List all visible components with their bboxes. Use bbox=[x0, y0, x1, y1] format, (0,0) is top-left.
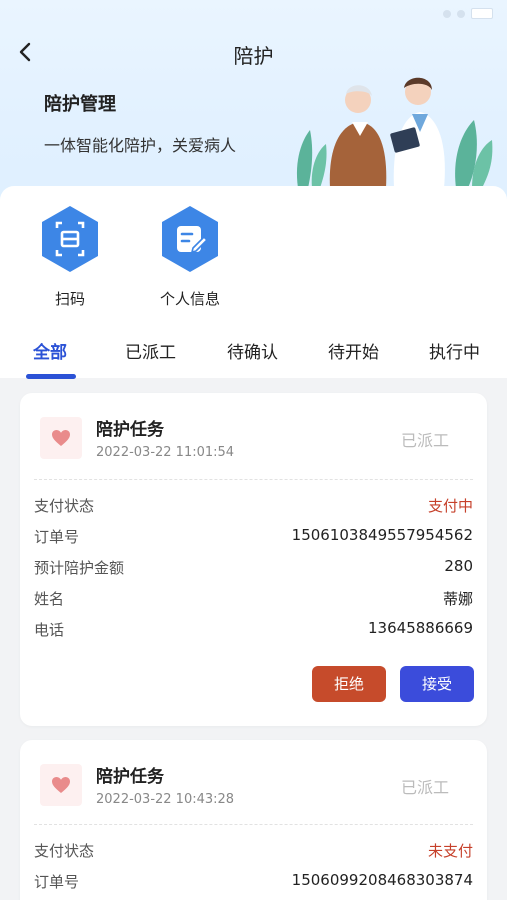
heart-icon bbox=[52, 777, 70, 793]
divider bbox=[34, 824, 473, 825]
field-label: 订单号 bbox=[34, 873, 80, 891]
status-badge: 已派工 bbox=[400, 778, 449, 797]
status-tabs: 全部 已派工 待确认 待开始 执行中 bbox=[0, 318, 507, 378]
card-actions: 拒绝 接受 bbox=[20, 666, 487, 702]
name-value: 蒂娜 bbox=[442, 590, 473, 608]
tab-in-progress[interactable]: 执行中 bbox=[429, 338, 480, 363]
status-icons bbox=[443, 8, 493, 19]
payment-status-value: 未支付 bbox=[427, 842, 473, 860]
scan-icon bbox=[42, 206, 98, 272]
field-label: 订单号 bbox=[34, 528, 80, 546]
tab-dispatched[interactable]: 已派工 bbox=[125, 338, 176, 363]
card-header: 陪护任务 2022-03-22 11:01:54 已派工 bbox=[40, 415, 487, 465]
task-type-badge bbox=[40, 764, 82, 806]
field-row: 姓名 蒂娜 bbox=[34, 588, 473, 612]
order-number-value: 1506103849557954562 bbox=[291, 526, 473, 544]
card-title: 陪护任务 bbox=[96, 420, 164, 440]
reject-button[interactable]: 拒绝 bbox=[312, 666, 386, 702]
field-label: 电话 bbox=[34, 621, 65, 639]
order-number-value: 1506099208468303874 bbox=[291, 871, 473, 889]
header-banner: 陪护 陪护管理 一体智能化陪护，关爱病人 bbox=[0, 0, 507, 200]
field-row: 订单号 1506099208468303874 bbox=[34, 871, 473, 895]
field-label: 支付状态 bbox=[34, 497, 95, 515]
field-row: 支付状态 未支付 bbox=[34, 840, 473, 864]
wifi-icon bbox=[457, 9, 465, 18]
scan-label: 扫码 bbox=[54, 290, 85, 308]
divider bbox=[34, 479, 473, 480]
page-title: 陪护 bbox=[233, 44, 274, 68]
field-row: 支付状态 支付中 bbox=[34, 495, 473, 519]
active-tab-indicator bbox=[26, 374, 76, 379]
battery-icon bbox=[471, 8, 493, 19]
signal-icon bbox=[443, 9, 451, 18]
field-row: 电话 13645886669 bbox=[34, 619, 473, 643]
status-bar bbox=[0, 0, 507, 28]
tab-pending-confirm[interactable]: 待确认 bbox=[227, 338, 278, 363]
profile-label: 个人信息 bbox=[159, 290, 220, 308]
task-type-badge bbox=[40, 417, 82, 459]
hero-title: 陪护管理 bbox=[44, 94, 116, 115]
scan-button[interactable]: 扫码 bbox=[22, 204, 118, 309]
card-header: 陪护任务 2022-03-22 10:43:28 已派工 bbox=[40, 762, 487, 812]
heart-icon bbox=[52, 430, 70, 446]
field-row: 预计陪护金额 280 bbox=[34, 557, 473, 581]
amount-value: 280 bbox=[444, 557, 473, 575]
caregiver-illustration bbox=[296, 77, 493, 188]
field-label: 支付状态 bbox=[34, 842, 95, 860]
profile-icon bbox=[162, 206, 218, 272]
card-timestamp: 2022-03-22 10:43:28 bbox=[96, 792, 235, 807]
status-badge: 已派工 bbox=[400, 431, 449, 450]
tab-pending-start[interactable]: 待开始 bbox=[328, 338, 379, 363]
accept-button[interactable]: 接受 bbox=[400, 666, 474, 702]
quick-actions: 扫码 个人信息 bbox=[0, 186, 507, 318]
card-timestamp: 2022-03-22 11:01:54 bbox=[96, 445, 235, 460]
field-label: 预计陪护金额 bbox=[34, 559, 125, 577]
phone-value: 13645886669 bbox=[368, 619, 473, 637]
card-title: 陪护任务 bbox=[96, 767, 164, 787]
payment-status-value: 支付中 bbox=[427, 497, 473, 515]
hero-subtitle: 一体智能化陪护，关爱病人 bbox=[44, 136, 237, 155]
task-card[interactable]: 陪护任务 2022-03-22 11:01:54 已派工 支付状态 支付中 订单… bbox=[20, 393, 487, 726]
field-label: 姓名 bbox=[34, 590, 65, 608]
field-row: 订单号 1506103849557954562 bbox=[34, 526, 473, 550]
profile-button[interactable]: 个人信息 bbox=[142, 204, 238, 309]
tab-all[interactable]: 全部 bbox=[33, 338, 67, 363]
task-card[interactable]: 陪护任务 2022-03-22 10:43:28 已派工 支付状态 未支付 订单… bbox=[20, 740, 487, 900]
